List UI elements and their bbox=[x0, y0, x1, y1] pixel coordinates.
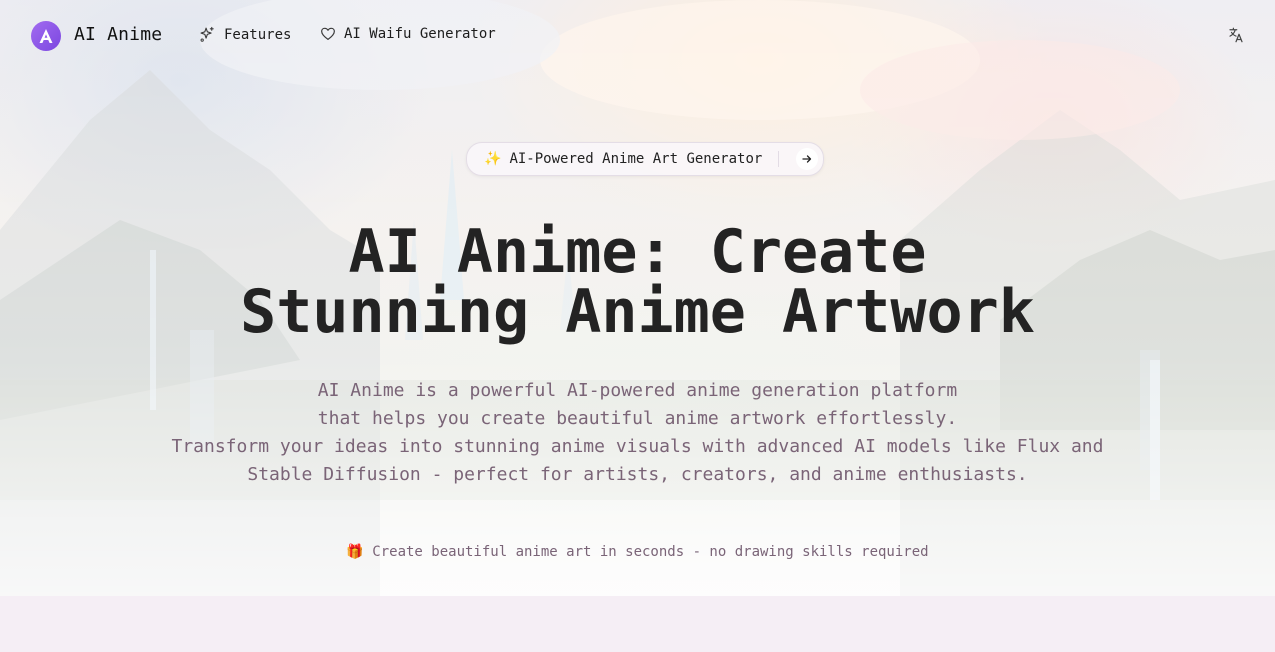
logo-icon[interactable] bbox=[31, 21, 61, 51]
description-line: Stable Diffusion - perfect for artists, … bbox=[247, 464, 1028, 485]
description-line: that helps you create beautiful anime ar… bbox=[317, 408, 958, 429]
nav-link-ai-waifu-generator[interactable]: AI Waifu Generator bbox=[320, 26, 496, 42]
badge-label: AI-Powered Anime Art Generator bbox=[509, 151, 763, 167]
nav-link-features[interactable]: Features bbox=[199, 26, 291, 43]
badge-divider bbox=[778, 151, 779, 167]
heart-icon bbox=[321, 27, 335, 40]
announcement-badge[interactable]: ✨ AI-Powered Anime Art Generator bbox=[466, 142, 824, 176]
sparkle-emoji: ✨ bbox=[484, 151, 502, 167]
hero-title-line: Stunning Anime Artwork bbox=[240, 277, 1035, 347]
nav-link-label: Features bbox=[224, 26, 292, 43]
hero-note: 🎁 Create beautiful anime art in seconds … bbox=[346, 544, 929, 560]
description-line: Transform your ideas into stunning anime… bbox=[171, 436, 1104, 457]
hero-title-line: AI Anime: Create bbox=[348, 217, 927, 287]
arrow-right-icon bbox=[802, 155, 812, 163]
nav-link-label: AI Waifu Generator bbox=[344, 26, 496, 42]
brand-name[interactable]: AI Anime bbox=[74, 24, 162, 45]
language-switcher[interactable] bbox=[1227, 26, 1247, 46]
description-line: AI Anime is a powerful AI-powered anime … bbox=[317, 380, 958, 401]
sparkles-icon bbox=[200, 26, 214, 42]
badge-arrow-button[interactable] bbox=[796, 148, 818, 170]
hero-description: AI Anime is a powerful AI-powered anime … bbox=[0, 377, 1275, 489]
hero-title: AI Anime: Create Stunning Anime Artwork bbox=[0, 222, 1275, 342]
translate-icon bbox=[1229, 27, 1243, 43]
section-band bbox=[0, 596, 1275, 652]
top-nav: AI Anime Features AI Waifu Generator bbox=[0, 0, 1275, 72]
